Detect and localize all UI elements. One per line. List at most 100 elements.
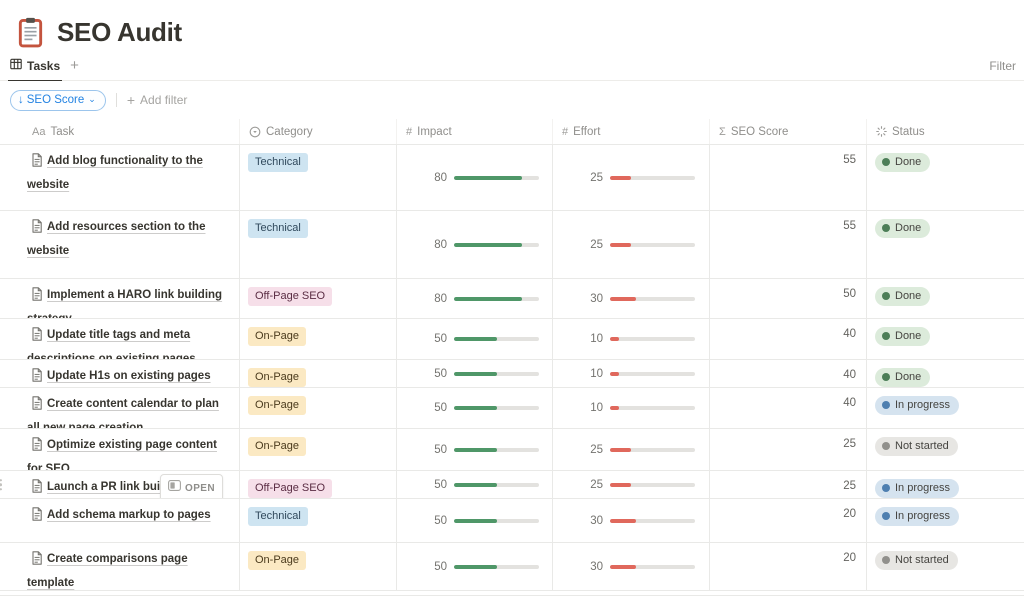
task-cell[interactable]: Optimize existing page content for SEO [0, 429, 240, 470]
status-cell[interactable]: Done [867, 145, 1024, 210]
seo-score-cell[interactable]: 25 [710, 471, 867, 498]
impact-bar-fill [454, 243, 522, 247]
impact-cell[interactable]: 50 [397, 543, 553, 590]
effort-cell[interactable]: 25 [553, 211, 710, 278]
category-cell[interactable]: Off-Page SEO [240, 471, 397, 498]
status-pill: In progress [875, 396, 959, 415]
impact-value: 50 [405, 511, 447, 531]
status-cell[interactable]: In progress [867, 499, 1024, 542]
effort-cell[interactable]: 25 [553, 145, 710, 210]
seo-score-cell[interactable]: 20 [710, 543, 867, 590]
table-row: Optimize existing page content for SEO On… [0, 429, 1024, 471]
task-cell[interactable]: Add schema markup to pages [0, 499, 240, 542]
add-filter-button[interactable]: + Add filter [127, 92, 188, 108]
seo-score-cell[interactable]: 55 [710, 211, 867, 278]
column-header-category[interactable]: Category [240, 119, 397, 144]
category-cell[interactable]: On-Page [240, 319, 397, 359]
status-cell[interactable]: In progress [867, 471, 1024, 498]
task-cell[interactable]: Create comparisons page template [0, 543, 240, 590]
seo-score-cell[interactable]: 40 [710, 319, 867, 359]
category-cell[interactable]: On-Page [240, 360, 397, 387]
category-pill: Off-Page SEO [248, 479, 332, 498]
category-cell[interactable]: On-Page [240, 388, 397, 428]
task-cell[interactable]: Add resources section to the website [0, 211, 240, 278]
status-cell[interactable]: Not started [867, 543, 1024, 590]
filter-button[interactable]: Filter [989, 59, 1016, 73]
task-link[interactable]: Create comparisons page template [27, 553, 188, 589]
category-cell[interactable]: Technical [240, 145, 397, 210]
task-link[interactable]: Update H1s on existing pages [47, 370, 211, 382]
seo-score-cell[interactable]: 25 [710, 429, 867, 470]
column-header-status[interactable]: Status [867, 119, 1024, 144]
impact-cell[interactable]: 50 [397, 360, 553, 387]
page-title: SEO Audit [57, 17, 182, 48]
open-button[interactable]: OPEN [160, 474, 223, 498]
category-cell[interactable]: Technical [240, 499, 397, 542]
category-cell[interactable]: Off-Page SEO [240, 279, 397, 318]
column-header-impact[interactable]: # Impact [397, 119, 553, 144]
task-link[interactable]: Implement a HARO link building strategy [27, 289, 222, 318]
effort-cell[interactable]: 10 [553, 319, 710, 359]
column-label: SEO Score [731, 126, 789, 138]
impact-bar [454, 519, 539, 523]
status-cell[interactable]: Done [867, 279, 1024, 318]
effort-bar-fill [610, 176, 631, 180]
effort-cell[interactable]: 25 [553, 471, 710, 498]
number-hash-icon: # [562, 126, 568, 138]
task-link[interactable]: Add blog functionality to the website [27, 155, 203, 191]
task-link[interactable]: Add resources section to the website [27, 221, 205, 257]
column-header-effort[interactable]: # Effort [553, 119, 710, 144]
sort-chip[interactable]: ↓ SEO Score ⌄ [10, 90, 106, 111]
impact-bar-fill [454, 448, 497, 452]
column-header-seo-score[interactable]: Σ SEO Score [710, 119, 867, 144]
impact-cell[interactable]: 80 [397, 279, 553, 318]
effort-cell[interactable]: 25 [553, 429, 710, 470]
effort-cell[interactable]: 10 [553, 360, 710, 387]
impact-bar-fill [454, 337, 497, 341]
task-cell[interactable]: Update H1s on existing pages [0, 360, 240, 387]
add-filter-label: Add filter [140, 93, 187, 107]
task-link[interactable]: Create content calendar to plan all new … [27, 398, 219, 428]
status-cell[interactable]: In progress [867, 388, 1024, 428]
effort-cell[interactable]: 10 [553, 388, 710, 428]
impact-cell[interactable]: 50 [397, 388, 553, 428]
task-link[interactable]: Add schema markup to pages [47, 509, 211, 521]
status-dot-icon [882, 158, 890, 166]
seo-score-cell[interactable]: 20 [710, 499, 867, 542]
status-cell[interactable]: Done [867, 319, 1024, 359]
seo-score-cell[interactable]: 55 [710, 145, 867, 210]
effort-cell[interactable]: 30 [553, 543, 710, 590]
effort-bar-fill [610, 519, 636, 523]
impact-cell[interactable]: 50 [397, 319, 553, 359]
impact-cell[interactable]: 50 [397, 429, 553, 470]
task-cell[interactable]: Add blog functionality to the website [0, 145, 240, 210]
effort-cell[interactable]: 30 [553, 279, 710, 318]
add-view-button[interactable]: + [62, 57, 87, 80]
impact-cell[interactable]: 50 [397, 471, 553, 498]
task-cell[interactable]: Launch a PR link building caOPEN [0, 471, 240, 498]
task-cell[interactable]: Update title tags and meta descriptions … [0, 319, 240, 359]
impact-cell[interactable]: 80 [397, 211, 553, 278]
task-link[interactable]: Update title tags and meta descriptions … [27, 329, 196, 359]
column-header-task[interactable]: Aa Task [0, 119, 240, 144]
status-cell[interactable]: Done [867, 211, 1024, 278]
status-cell[interactable]: Not started [867, 429, 1024, 470]
task-cell[interactable]: Implement a HARO link building strategy [0, 279, 240, 318]
task-link[interactable]: Optimize existing page content for SEO [27, 439, 217, 470]
category-pill: On-Page [248, 551, 306, 570]
status-pill: Not started [875, 437, 958, 456]
tab-tasks[interactable]: Tasks [8, 58, 62, 81]
impact-cell[interactable]: 50 [397, 499, 553, 542]
category-cell[interactable]: On-Page [240, 543, 397, 590]
task-cell[interactable]: Create content calendar to plan all new … [0, 388, 240, 428]
status-cell[interactable]: Done [867, 360, 1024, 387]
category-cell[interactable]: Technical [240, 211, 397, 278]
seo-score-cell[interactable]: 40 [710, 388, 867, 428]
impact-cell[interactable]: 80 [397, 145, 553, 210]
category-cell[interactable]: On-Page [240, 429, 397, 470]
seo-score-cell[interactable]: 50 [710, 279, 867, 318]
seo-score-cell[interactable]: 40 [710, 360, 867, 387]
impact-bar-fill [454, 565, 497, 569]
effort-bar-fill [610, 448, 631, 452]
effort-cell[interactable]: 30 [553, 499, 710, 542]
